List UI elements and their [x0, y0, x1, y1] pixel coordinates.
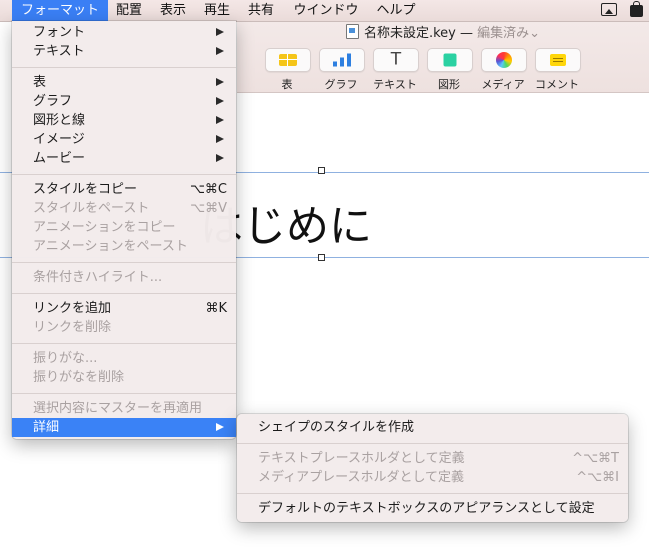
menu-item-table[interactable]: 表	[12, 73, 236, 92]
menu-item-paste-style[interactable]: スタイルをペースト ⌥⌘V	[12, 199, 236, 218]
text-button[interactable]: T	[373, 48, 419, 72]
submenu-arrow-icon	[216, 116, 224, 124]
document-name[interactable]: 名称未設定.key	[364, 26, 456, 41]
menu-separator	[12, 343, 236, 344]
resize-handle-top[interactable]	[318, 167, 325, 174]
menu-view[interactable]: 表示	[156, 0, 190, 21]
menu-item-define-text-placeholder[interactable]: テキストプレースホルダとして定義 ^⌥⌘T	[237, 449, 628, 468]
menu-item-set-default-textbox[interactable]: デフォルトのテキストボックスのアピアランスとして設定	[237, 499, 628, 518]
window-toolbar: 名称未設定.key — 編集済み⌄ 表 グラフ T テキスト 図形 メディア コ…	[237, 22, 649, 93]
menu-separator	[12, 293, 236, 294]
menu-item-reapply-master[interactable]: 選択内容にマスターを再適用	[12, 399, 236, 418]
document-icon	[345, 24, 359, 39]
submenu-arrow-icon	[216, 423, 224, 431]
comment-icon	[550, 54, 566, 66]
advanced-submenu: シェイプのスタイルを作成 テキストプレースホルダとして定義 ^⌥⌘T メディアプレ…	[237, 414, 628, 522]
menu-item-create-shape-style[interactable]: シェイプのスタイルを作成	[237, 418, 628, 437]
menu-item-remove-link[interactable]: リンクを削除	[12, 318, 236, 337]
menu-item-ruby[interactable]: 振りがな...	[12, 349, 236, 368]
comment-button[interactable]	[535, 48, 581, 72]
menu-item-remove-ruby[interactable]: 振りがなを削除	[12, 368, 236, 387]
comment-button-label: コメント	[535, 78, 579, 91]
menu-item-copy-animation[interactable]: アニメーションをコピー	[12, 218, 236, 237]
menu-item-define-media-placeholder[interactable]: メディアプレースホルダとして定義 ^⌥⌘I	[237, 468, 628, 487]
submenu-arrow-icon	[216, 97, 224, 105]
menu-item-add-link[interactable]: リンクを追加 ⌘K	[12, 299, 236, 318]
menu-item-advanced[interactable]: 詳細	[12, 418, 236, 437]
submenu-arrow-icon	[216, 47, 224, 55]
submenu-arrow-icon	[216, 78, 224, 86]
shape-icon	[443, 53, 457, 67]
clipboard-icon[interactable]	[630, 1, 643, 17]
airplay-icon[interactable]	[601, 3, 617, 16]
chart-button[interactable]	[319, 48, 365, 72]
resize-handle-bottom[interactable]	[318, 254, 325, 261]
shape-button[interactable]	[427, 48, 473, 72]
menu-separator	[237, 493, 628, 494]
menu-item-movie[interactable]: ムービー	[12, 149, 236, 168]
menu-item-conditional-highlight[interactable]: 条件付きハイライト...	[12, 268, 236, 287]
menu-item-image[interactable]: イメージ	[12, 130, 236, 149]
edit-status[interactable]: 編集済み	[477, 26, 529, 41]
menu-item-shape-and-line[interactable]: 図形と線	[12, 111, 236, 130]
media-button[interactable]	[481, 48, 527, 72]
submenu-arrow-icon	[216, 154, 224, 162]
menu-format[interactable]: フォーマット	[12, 0, 108, 21]
submenu-arrow-icon	[216, 28, 224, 36]
menu-window[interactable]: ウインドウ	[288, 0, 364, 21]
menu-help[interactable]: ヘルプ	[371, 0, 421, 21]
status-chevron-icon[interactable]: ⌄	[529, 26, 540, 41]
table-button[interactable]	[265, 48, 311, 72]
menu-separator	[237, 443, 628, 444]
submenu-arrow-icon	[216, 135, 224, 143]
menu-separator	[12, 262, 236, 263]
menu-item-text[interactable]: テキスト	[12, 42, 236, 61]
text-icon: T	[390, 49, 402, 70]
chart-icon	[333, 53, 351, 67]
menu-bar: フォーマット 配置 表示 再生 共有 ウインドウ ヘルプ	[0, 0, 649, 22]
menu-separator	[12, 67, 236, 68]
menu-play[interactable]: 再生	[200, 0, 234, 21]
menu-arrange[interactable]: 配置	[112, 0, 146, 21]
table-icon	[279, 54, 297, 66]
menu-item-chart[interactable]: グラフ	[12, 92, 236, 111]
format-menu: フォント テキスト 表 グラフ 図形と線 イメージ ムービー スタイルをコピー ⌥…	[12, 21, 236, 439]
window-title: 名称未設定.key — 編集済み⌄	[237, 24, 649, 42]
menu-separator	[12, 393, 236, 394]
menu-share[interactable]: 共有	[244, 0, 278, 21]
title-separator: —	[459, 26, 473, 41]
media-icon	[496, 52, 512, 68]
menu-item-paste-animation[interactable]: アニメーションをペースト	[12, 237, 236, 256]
menu-item-font[interactable]: フォント	[12, 23, 236, 42]
menu-item-copy-style[interactable]: スタイルをコピー ⌥⌘C	[12, 180, 236, 199]
menu-separator	[12, 174, 236, 175]
